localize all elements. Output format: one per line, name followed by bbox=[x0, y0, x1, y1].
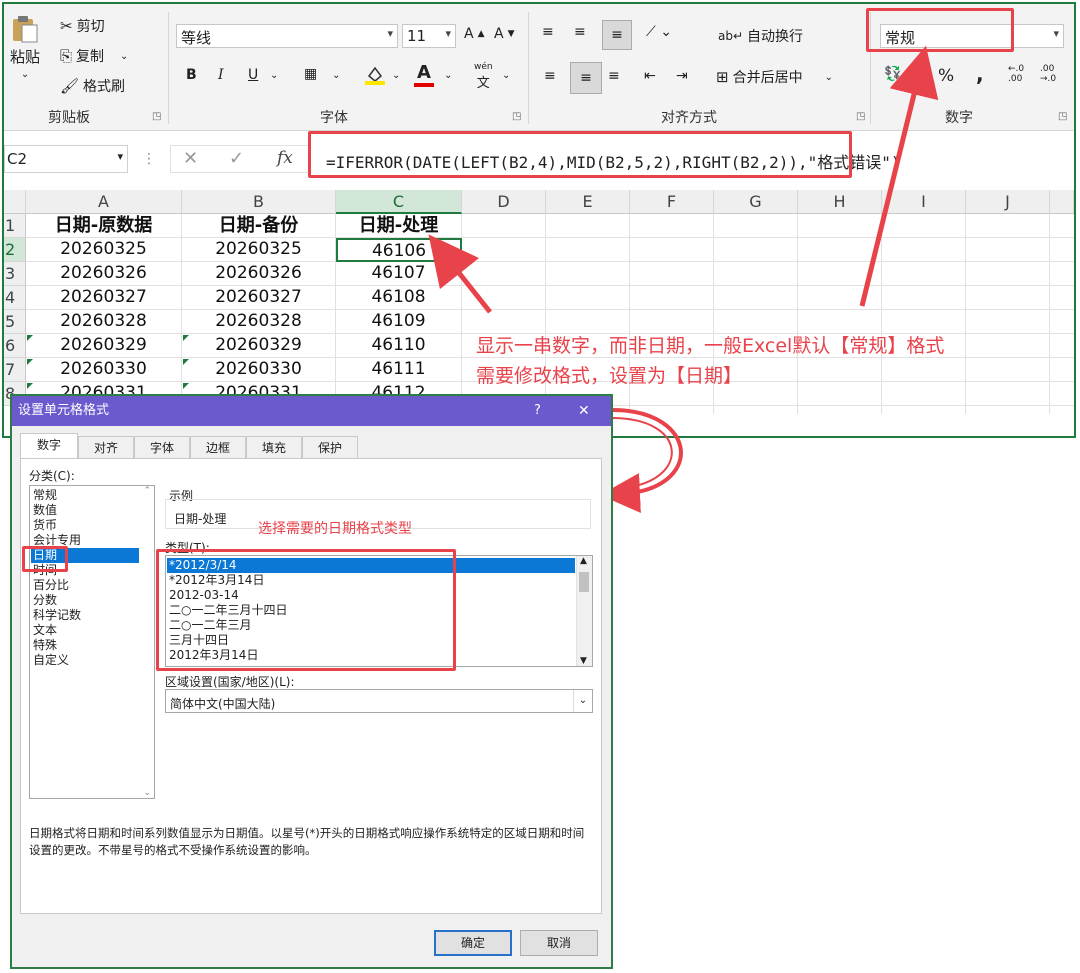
tab-font[interactable]: 字体 bbox=[134, 436, 190, 458]
list-item[interactable]: 数值 bbox=[31, 503, 139, 518]
category-label: 分类(C): bbox=[29, 469, 75, 483]
close-icon[interactable]: ✕ bbox=[578, 396, 590, 426]
tab-protection[interactable]: 保护 bbox=[302, 436, 358, 458]
list-item[interactable]: 特殊 bbox=[31, 638, 139, 653]
list-item[interactable]: 自定义 bbox=[31, 653, 139, 668]
type-highlight bbox=[156, 549, 456, 671]
list-item[interactable]: 分数 bbox=[31, 593, 139, 608]
category-highlight bbox=[22, 546, 68, 572]
chevron-up-icon[interactable]: ▲ bbox=[580, 556, 587, 566]
locale-label: 区域设置(国家/地区)(L): bbox=[165, 675, 295, 689]
help-icon[interactable]: ? bbox=[534, 396, 541, 426]
list-item[interactable]: 文本 bbox=[31, 623, 139, 638]
dialog-title-bar[interactable]: 设置单元格格式 ? ✕ bbox=[12, 396, 611, 426]
tab-border[interactable]: 边框 bbox=[190, 436, 246, 458]
list-item[interactable]: 常规 bbox=[31, 488, 139, 503]
dialog-title: 设置单元格格式 bbox=[18, 403, 110, 418]
chevron-down-icon[interactable]: ▼ bbox=[580, 656, 587, 666]
list-item[interactable]: 科学记数 bbox=[31, 608, 139, 623]
tab-fill[interactable]: 填充 bbox=[246, 436, 302, 458]
format-description: 日期格式将日期和时间系列数值显示为日期值。以星号(*)开头的日期格式响应操作系统… bbox=[29, 826, 585, 857]
format-cells-dialog: 设置单元格格式 ? ✕ 数字 对齐 字体 边框 填充 保护 分类(C): 常规 … bbox=[10, 394, 613, 969]
dialog-hint-text: 选择需要的日期格式类型 bbox=[258, 521, 412, 537]
chevron-down-icon[interactable]: ⌄ bbox=[573, 690, 592, 712]
category-list[interactable]: 常规 数值 货币 会计专用 日期 时间 百分比 分数 科学记数 文本 特殊 自定… bbox=[29, 485, 155, 799]
scroll-thumb[interactable] bbox=[579, 572, 589, 592]
tab-alignment[interactable]: 对齐 bbox=[78, 436, 134, 458]
scrollbar[interactable]: ▲ ▼ bbox=[576, 556, 592, 666]
chevron-up-icon[interactable]: ⌃ bbox=[143, 486, 151, 496]
locale-select[interactable]: 简体中文(中国大陆) ⌄ bbox=[165, 689, 593, 713]
list-item[interactable]: 货币 bbox=[31, 518, 139, 533]
tab-number[interactable]: 数字 bbox=[20, 433, 78, 459]
chevron-down-icon[interactable]: ⌄ bbox=[143, 788, 151, 798]
sample-value: 日期-处理 bbox=[174, 512, 227, 526]
list-item[interactable]: 百分比 bbox=[31, 578, 139, 593]
ok-button[interactable]: 确定 bbox=[434, 930, 512, 956]
cancel-button[interactable]: 取消 bbox=[520, 930, 598, 956]
